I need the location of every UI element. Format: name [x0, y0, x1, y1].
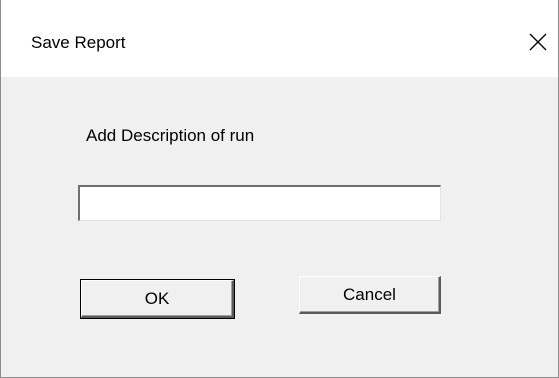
description-input[interactable] [78, 185, 441, 221]
description-label: Add Description of run [86, 126, 255, 145]
dialog-body: Add Description of run OK Cancel [1, 77, 558, 378]
save-report-dialog: Save Report Add Description of run OK Ca… [0, 0, 559, 378]
cancel-button[interactable]: Cancel [299, 276, 441, 314]
close-icon [529, 33, 547, 51]
dialog-title: Save Report [31, 33, 126, 52]
close-button[interactable] [518, 20, 558, 64]
ok-button[interactable]: OK [80, 279, 235, 319]
title-bar: Save Report [1, 0, 558, 77]
